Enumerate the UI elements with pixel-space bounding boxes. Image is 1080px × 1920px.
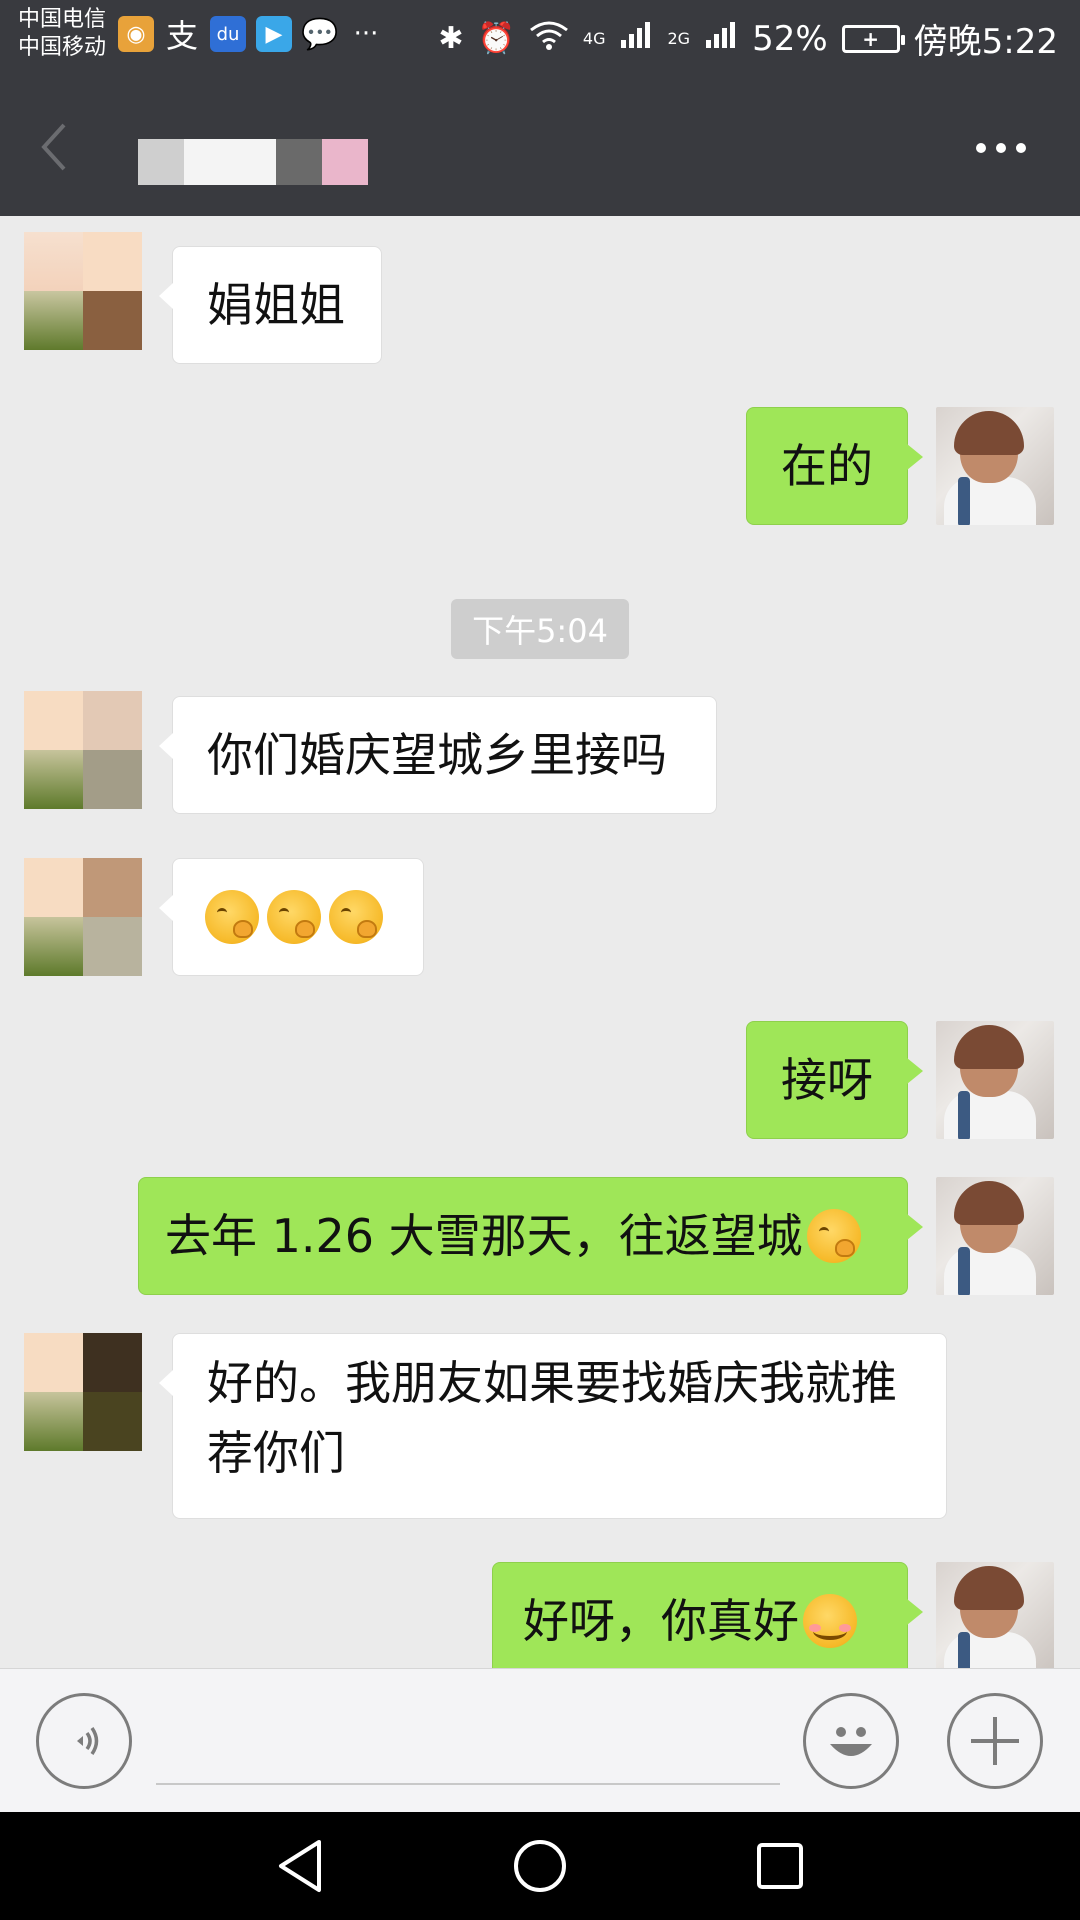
nav-home-icon	[514, 1840, 566, 1892]
more-button[interactable]	[976, 133, 1036, 163]
system-nav-bar	[0, 1812, 1080, 1920]
nav-back-button[interactable]	[272, 1838, 328, 1894]
self-avatar[interactable]	[936, 1021, 1054, 1139]
message-bubble-outgoing[interactable]: 接呀	[746, 1021, 923, 1139]
weibo-icon: ◉	[118, 16, 154, 52]
carrier-2: 中国移动	[18, 35, 107, 60]
bluetooth-icon: ✱	[438, 21, 464, 56]
status-indicators: ✱ ⏰ 4G 2G 52% + 傍晚5:22	[438, 14, 1058, 63]
network-2-label: 2G	[667, 29, 691, 48]
smiling-face-emoji	[803, 1594, 857, 1648]
battery-percent: 52%	[752, 18, 828, 59]
message-text: 好呀，你真好	[523, 1594, 799, 1648]
message-text: 接呀	[781, 1053, 873, 1107]
baidu-icon: du	[210, 16, 246, 52]
message-bubble-incoming[interactable]: 娟姐姐	[159, 246, 382, 364]
friend-avatar[interactable]	[24, 1333, 142, 1451]
alarm-icon: ⏰	[477, 21, 515, 56]
carrier-labels: 中国电信 中国移动	[18, 6, 106, 62]
back-button[interactable]	[34, 117, 84, 177]
signal-icon-1	[619, 19, 653, 59]
message-bubble-incoming[interactable]: 你们婚庆望城乡里接吗	[159, 696, 717, 814]
more-dot	[1016, 143, 1026, 153]
message-bubble-outgoing[interactable]: 去年 1.26 大雪那天，往返望城	[138, 1177, 923, 1295]
emoji-button[interactable]	[803, 1693, 899, 1789]
message-text: 好的。我朋友如果要找婚庆我就推荐你们	[207, 1356, 897, 1480]
alipay-icon: 支	[165, 17, 198, 55]
message-text: 去年 1.26 大雪那天，往返望城	[165, 1209, 803, 1263]
thinking-face-emoji	[267, 890, 321, 944]
message-bubble-outgoing[interactable]: 在的	[746, 407, 923, 525]
battery-icon: +	[841, 24, 905, 53]
top-bar: 中国电信 中国移动 ◉ 支 du ▶ 💬 ··· ✱ ⏰ 4G 2G 52% +…	[0, 0, 1080, 216]
emoji-icon	[830, 1727, 872, 1756]
chat-bubble-icon: 💬	[301, 16, 339, 52]
more-dot	[976, 143, 986, 153]
self-avatar[interactable]	[936, 407, 1054, 525]
plus-icon	[971, 1717, 1019, 1765]
message-bubble-outgoing[interactable]: 好呀，你真好	[492, 1562, 923, 1668]
more-icon: ···	[353, 19, 379, 49]
timestamp-chip: 下午5:04	[451, 599, 629, 659]
network-type-1: 4G	[582, 28, 606, 48]
friend-avatar[interactable]	[24, 858, 142, 976]
nav-recents-icon	[757, 1843, 803, 1889]
signal-icon-2	[704, 19, 738, 59]
chat-header	[0, 75, 1080, 216]
add-button[interactable]	[947, 1693, 1043, 1789]
nav-back-icon	[279, 1840, 321, 1892]
nav-recents-button[interactable]	[752, 1838, 808, 1894]
carrier-1: 中国电信	[18, 7, 107, 32]
input-bar	[0, 1668, 1080, 1812]
nav-home-button[interactable]	[512, 1838, 568, 1894]
video-app-icon: ▶	[256, 16, 292, 52]
message-text: 在的	[781, 439, 873, 493]
network-1-label: 4G	[582, 28, 606, 48]
voice-button[interactable]	[36, 1693, 132, 1789]
wifi-icon	[529, 20, 569, 58]
clock: 傍晚5:22	[913, 22, 1058, 62]
friend-avatar[interactable]	[24, 232, 142, 350]
voice-icon	[77, 1727, 99, 1755]
thinking-face-emoji	[806, 1209, 861, 1263]
notification-icons: ◉ 支 du ▶ 💬 ···	[118, 16, 384, 55]
thinking-face-emoji	[329, 890, 383, 944]
message-bubble-incoming[interactable]: 好的。我朋友如果要找婚庆我就推荐你们	[159, 1333, 947, 1519]
message-list[interactable]: 娟姐姐 在的 下午5:04 你们婚庆望城乡里接吗 接呀 去年 1.26 大雪那天…	[0, 216, 1080, 1668]
message-input[interactable]	[156, 1703, 780, 1785]
friend-avatar[interactable]	[24, 691, 142, 809]
thinking-face-emoji	[205, 890, 259, 944]
self-avatar[interactable]	[936, 1177, 1054, 1295]
more-dot	[996, 143, 1006, 153]
status-bar: 中国电信 中国移动 ◉ 支 du ▶ 💬 ··· ✱ ⏰ 4G 2G 52% +…	[0, 0, 1080, 75]
message-text: 你们婚庆望城乡里接吗	[207, 728, 667, 782]
message-text: 娟姐姐	[207, 278, 345, 332]
message-bubble-incoming[interactable]	[159, 858, 424, 976]
self-avatar[interactable]	[936, 1562, 1054, 1668]
chat-title-redacted	[138, 139, 368, 185]
back-arrow-icon	[41, 123, 66, 171]
